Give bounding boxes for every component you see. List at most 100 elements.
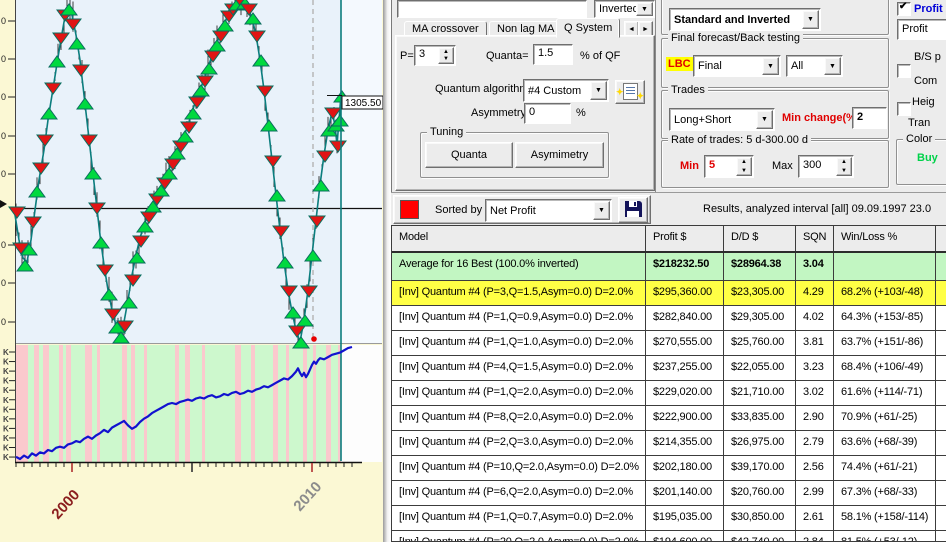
- results-table[interactable]: ModelProfit $D/D $SQNWin/Loss %Average f…: [391, 225, 946, 542]
- svg-text:K: K: [3, 358, 9, 367]
- min-spinner[interactable]: [736, 157, 752, 176]
- min-change-input[interactable]: 2: [852, 107, 887, 129]
- tuning-quanta-button[interactable]: Quanta: [425, 142, 513, 168]
- model-cell: [Inv] Quantum #4 (P=6,Q=2.0,Asym=0.0) D=…: [392, 481, 646, 505]
- mode-group: Standard and Inverted: [661, 0, 889, 35]
- spinner-up-icon: [439, 48, 453, 56]
- chevron-down-icon[interactable]: [636, 2, 653, 16]
- svg-text:0: 0: [1, 16, 6, 26]
- color-group: Color Buy: [896, 139, 946, 185]
- model-cell: [Inv] Quantum #4 (P=4,Q=1.5,Asym=0.0) D=…: [392, 356, 646, 380]
- empty-cell: [936, 356, 946, 380]
- sqn-cell: 3.02: [796, 381, 834, 405]
- price-chart[interactable]: 00000000KKKKKKKKKKKK200020101305.50: [0, 0, 391, 542]
- profit-header: Profit $: [646, 226, 724, 251]
- comments-checkbox[interactable]: [897, 102, 911, 116]
- profit-cell: $282,840.00: [646, 306, 724, 330]
- save-button[interactable]: [618, 197, 648, 223]
- profit-cell: $201,140.00: [646, 481, 724, 505]
- max-input[interactable]: 300: [798, 155, 854, 178]
- table-row[interactable]: [Inv] Quantum #4 (P=1,Q=2.0,Asym=0.0) D=…: [392, 381, 946, 406]
- p-input[interactable]: 3: [414, 45, 456, 66]
- report-button[interactable]: ✦ ✦: [615, 80, 645, 104]
- max-label: Max: [772, 160, 793, 172]
- sort-marker-icon[interactable]: [400, 200, 419, 219]
- profit-checkbox[interactable]: [897, 2, 911, 16]
- profit-cell: $194,600.00: [646, 531, 724, 542]
- sorted-by-label: Sorted by: [435, 204, 482, 216]
- table-row[interactable]: [Inv] Quantum #4 (P=6,Q=2.0,Asym=0.0) D=…: [392, 481, 946, 506]
- svg-text:0: 0: [1, 169, 6, 179]
- quanta-unit-label: % of QF: [580, 50, 620, 62]
- all-dropdown[interactable]: All: [786, 55, 843, 77]
- trades-dropdown[interactable]: Long+Short: [669, 108, 775, 131]
- sorted-by-dropdown[interactable]: Net Profit: [485, 199, 612, 222]
- table-row[interactable]: [Inv] Quantum #4 (P=1,Q=0.7,Asym=0.0) D=…: [392, 506, 946, 531]
- profit-cell: $218232.50: [646, 253, 724, 280]
- profit-combo[interactable]: Profit: [897, 19, 946, 40]
- empty-cell: [936, 481, 946, 505]
- report-doc-icon: [623, 83, 638, 100]
- tuning-asymmetry-button[interactable]: Asymimetry: [515, 142, 604, 168]
- empty-cell: [936, 531, 946, 542]
- mode-dropdown[interactable]: Standard and Inverted: [669, 8, 821, 31]
- chevron-down-icon[interactable]: [756, 110, 773, 129]
- table-header-row[interactable]: ModelProfit $D/D $SQNWin/Loss %: [392, 226, 946, 253]
- algo-dropdown[interactable]: #4 Custom: [523, 79, 609, 102]
- inverted-dropdown[interactable]: Inverted: [594, 0, 655, 18]
- chevron-down-icon[interactable]: [802, 10, 819, 29]
- dd-cell: $39,170.00: [724, 456, 796, 480]
- chart-pane: 00000000KKKKKKKKKKKK200020101305.50: [0, 0, 391, 542]
- chevron-down-icon[interactable]: [593, 201, 610, 220]
- chevron-down-icon[interactable]: [590, 81, 607, 100]
- p-label: P=: [400, 50, 414, 62]
- tab-q-system[interactable]: Q System: [556, 18, 620, 38]
- final-forecast-group-title: Final forecast/Back testing: [668, 32, 803, 44]
- query-input[interactable]: [397, 0, 587, 18]
- winloss-cell: 68.4% (+106/-49): [834, 356, 936, 380]
- empty-cell: [936, 306, 946, 330]
- table-row[interactable]: [Inv] Quantum #4 (P=10,Q=2.0,Asym=0.0) D…: [392, 456, 946, 481]
- svg-text:0: 0: [1, 54, 6, 64]
- profit-cell: $214,355.00: [646, 431, 724, 455]
- quanta-input[interactable]: 1.5: [533, 44, 573, 65]
- profit-cell: $270,555.00: [646, 331, 724, 355]
- bs-points-checkbox[interactable]: [897, 64, 911, 78]
- table-row-selected[interactable]: [Inv] Quantum #4 (P=3,Q=1.5,Asym=0.0) D=…: [392, 281, 946, 306]
- table-row[interactable]: [Inv] Quantum #4 (P=4,Q=1.5,Asym=0.0) D=…: [392, 356, 946, 381]
- table-row[interactable]: [Inv] Quantum #4 (P=20,Q=2.0,Asym=0.0) D…: [392, 531, 946, 542]
- winloss-cell: 81.5% (+53/-12): [834, 531, 936, 542]
- sqn-cell: 3.04: [796, 253, 834, 280]
- winloss-cell: 70.9% (+61/-25): [834, 406, 936, 430]
- inverted-dropdown-value: Inverted: [599, 3, 639, 15]
- pane-splitter[interactable]: [383, 0, 391, 542]
- svg-text:1305.50: 1305.50: [345, 98, 382, 109]
- model-cell: [Inv] Quantum #4 (P=1,Q=1.0,Asym=0.0) D=…: [392, 331, 646, 355]
- svg-text:0: 0: [1, 92, 6, 102]
- table-row[interactable]: [Inv] Quantum #4 (P=1,Q=0.9,Asym=0.0) D=…: [392, 306, 946, 331]
- empty-cell: [936, 506, 946, 530]
- chevron-down-icon[interactable]: [762, 57, 779, 75]
- profit-cell: $237,255.00: [646, 356, 724, 380]
- sqn-cell: 3.81: [796, 331, 834, 355]
- qsystem-panel: Inverted MA crossover Non lag MA Q Syste…: [391, 0, 656, 192]
- model-cell: [Inv] Quantum #4 (P=1,Q=0.7,Asym=0.0) D=…: [392, 506, 646, 530]
- sqn-header: SQN: [796, 226, 834, 251]
- p-spinner[interactable]: [438, 47, 454, 64]
- sqn-cell: 2.84: [796, 531, 834, 542]
- sqn-cell: 2.79: [796, 431, 834, 455]
- svg-text:K: K: [3, 396, 9, 405]
- winloss-cell: 63.6% (+68/-39): [834, 431, 936, 455]
- asymmetry-input[interactable]: 0: [524, 103, 571, 124]
- model-cell: [Inv] Quantum #4 (P=8,Q=2.0,Asym=0.0) D=…: [392, 406, 646, 430]
- table-row[interactable]: [Inv] Quantum #4 (P=8,Q=2.0,Asym=0.0) D=…: [392, 406, 946, 431]
- summary-row[interactable]: Average for 16 Best (100.0% inverted)$21…: [392, 253, 946, 281]
- table-row[interactable]: [Inv] Quantum #4 (P=2,Q=3.0,Asym=0.0) D=…: [392, 431, 946, 456]
- empty-cell: [936, 456, 946, 480]
- table-row[interactable]: [Inv] Quantum #4 (P=1,Q=1.0,Asym=0.0) D=…: [392, 331, 946, 356]
- max-spinner[interactable]: [836, 157, 852, 176]
- chevron-down-icon[interactable]: [824, 57, 841, 75]
- min-input[interactable]: 5: [704, 155, 754, 178]
- svg-text:0: 0: [1, 240, 6, 250]
- final-dropdown[interactable]: Final: [693, 55, 781, 77]
